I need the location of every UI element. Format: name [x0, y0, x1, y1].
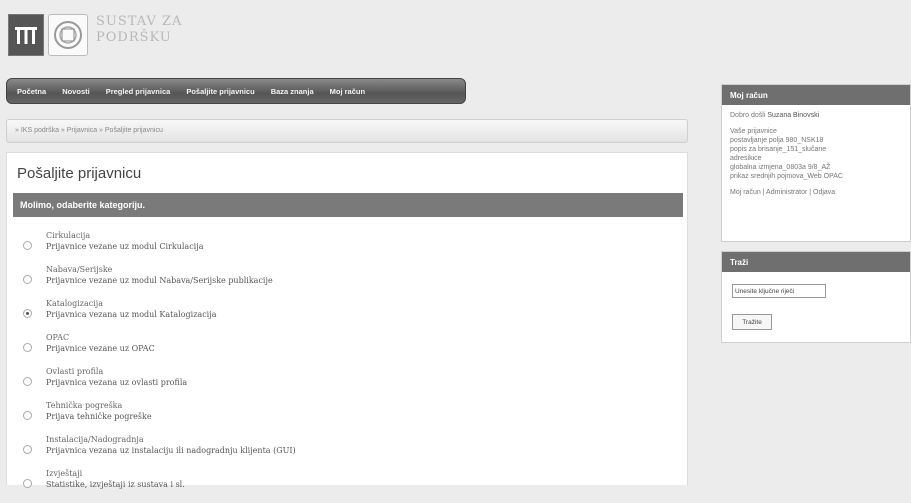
ticket-link[interactable]: postavljanje polja 980_NSK18: [730, 136, 910, 145]
account-links[interactable]: Moj račun | Administrator | Odjava: [730, 188, 910, 197]
category-radio[interactable]: [23, 445, 32, 454]
account-box-body: Dobro došli Suzana Binovski Vaše prijavn…: [722, 105, 910, 197]
category-option[interactable]: Instalacija/Nadogradnja Prijavnica vezan…: [17, 435, 677, 469]
main-nav: Početna Novosti Pregled prijavnica Pošal…: [6, 78, 466, 104]
category-desc: Prijavnice vezane uz modul Cirkulacija: [46, 242, 204, 251]
category-radio[interactable]: [23, 309, 32, 318]
crest-logo: [48, 14, 88, 56]
user-name: Suzana Binovski: [767, 112, 820, 119]
category-option[interactable]: Tehnička pogreška Prijava tehničke pogre…: [17, 401, 677, 435]
category-desc: Prijavnica vezana uz ovlasti profila: [46, 378, 188, 387]
ticket-link[interactable]: adresikice: [730, 154, 910, 163]
category-title: Tehnička pogreška: [46, 401, 123, 410]
logo-mark: [8, 14, 44, 56]
account-box-title: Moj račun: [722, 85, 910, 105]
tickets-list: Vaše prijavnice postavljanje polja 980_N…: [730, 127, 910, 181]
category-radio[interactable]: [23, 241, 32, 250]
account-box: Moj račun Dobro došli Suzana Binovski Va…: [721, 84, 911, 242]
category-option[interactable]: Katalogizacija Prijavnica vezana uz modu…: [17, 299, 677, 333]
page-title: Pošaljite prijavnicu: [17, 165, 142, 182]
main-panel: Pošaljite prijavnicu Molimo, odaberite k…: [6, 152, 688, 489]
category-radio[interactable]: [23, 411, 32, 420]
library-logo-icon: [15, 27, 37, 44]
category-radio[interactable]: [23, 275, 32, 284]
header: SUSTAV ZA PODRŠKU: [0, 0, 911, 70]
welcome-prefix: Dobro došli: [730, 112, 766, 119]
ticket-link[interactable]: prikaz srednjih pojmova_Web OPAC: [730, 172, 910, 181]
category-option[interactable]: OPAC Prijavnice vezane uz OPAC: [17, 333, 677, 367]
category-title: Cirkulacija: [46, 231, 91, 240]
category-title: Ovlasti profila: [46, 367, 104, 376]
category-desc: Prijavnice vezane uz OPAC: [46, 344, 155, 353]
category-desc: Prijavnice vezane uz modul Nabava/Serijs…: [46, 276, 273, 285]
category-option[interactable]: Izvještaji Statistike, izvještaji iz sus…: [17, 469, 677, 503]
category-desc: Prijavnica vezana uz instalaciju ili nad…: [46, 446, 296, 455]
nav-item-knowledgebase[interactable]: Baza znanja: [271, 87, 314, 96]
nav-item-submit-ticket[interactable]: Pošaljite prijavnicu: [186, 87, 254, 96]
nav-item-news[interactable]: Novosti: [62, 87, 90, 96]
category-radio[interactable]: [23, 377, 32, 386]
crest-icon: [54, 21, 82, 49]
category-option[interactable]: Nabava/Serijske Prijavnice vezane uz mod…: [17, 265, 677, 299]
category-desc: Prijavnica vezana uz modul Katalogizacij…: [46, 310, 217, 319]
category-title: Instalacija/Nadogradnja: [46, 435, 144, 444]
category-options: Cirkulacija Prijavnice vezane uz modul C…: [17, 231, 677, 503]
search-input[interactable]: [732, 284, 826, 298]
ticket-link[interactable]: popis za brisanje_151_slučane: [730, 145, 910, 154]
site-title-line2: PODRŠKU: [96, 30, 172, 45]
category-title: OPAC: [46, 333, 70, 342]
category-prompt-bar: Molimo, odaberite kategoriju.: [13, 193, 683, 217]
site-title-line1: SUSTAV ZA: [96, 14, 183, 29]
search-button[interactable]: Tražite: [732, 314, 772, 330]
category-radio[interactable]: [23, 479, 32, 488]
search-box: Traži Tražite: [721, 251, 911, 343]
nav-item-home[interactable]: Početna: [17, 87, 46, 96]
category-option[interactable]: Cirkulacija Prijavnice vezane uz modul C…: [17, 231, 677, 265]
category-option[interactable]: Ovlasti profila Prijavnica vezana uz ovl…: [17, 367, 677, 401]
category-title: Katalogizacija: [46, 299, 104, 308]
search-box-title: Traži: [722, 252, 910, 272]
site-title: SUSTAV ZA PODRŠKU: [96, 14, 186, 46]
tickets-heading: Vaše prijavnice: [730, 128, 777, 135]
welcome-line: Dobro došli Suzana Binovski: [730, 111, 910, 120]
category-radio[interactable]: [23, 343, 32, 352]
nav-item-view-tickets[interactable]: Pregled prijavnica: [106, 87, 171, 96]
nav-item-my-account[interactable]: Moj račun: [330, 87, 365, 96]
ticket-link[interactable]: globalna izmjena_0803a 9/8_AŽ: [730, 163, 910, 172]
category-title: Nabava/Serijske: [46, 265, 113, 274]
category-title: Izvještaji: [46, 469, 83, 478]
breadcrumb[interactable]: » IKS podrška » Prijavnica » Pošaljite p…: [6, 119, 688, 143]
category-desc: Prijava tehničke pogreške: [46, 412, 152, 421]
